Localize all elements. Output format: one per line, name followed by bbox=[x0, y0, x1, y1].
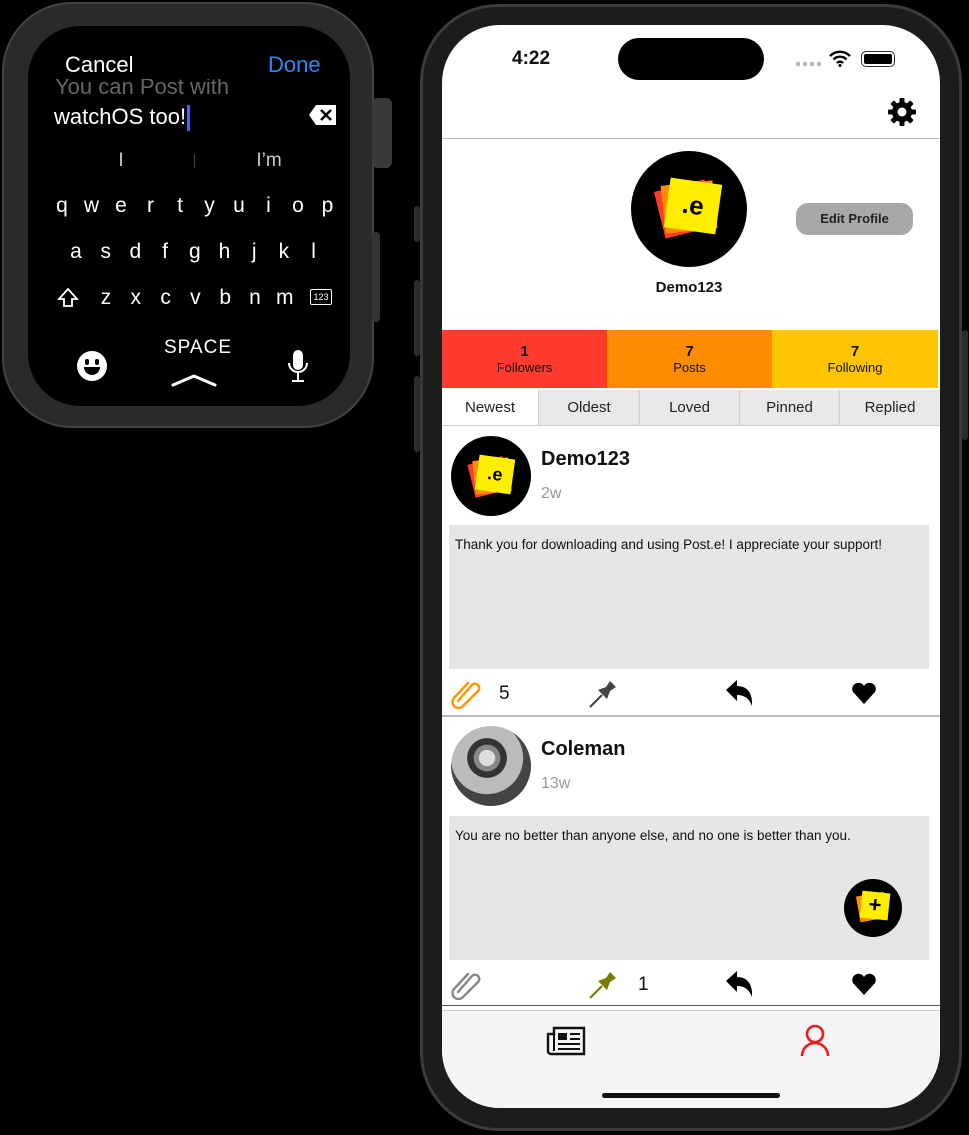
key-z[interactable]: z bbox=[91, 286, 121, 310]
newspaper-icon[interactable] bbox=[546, 1025, 586, 1057]
text-input[interactable]: watchOS too! bbox=[54, 104, 191, 132]
battery-icon bbox=[861, 51, 895, 67]
volume-up-button[interactable] bbox=[414, 280, 420, 356]
watch-side-button[interactable] bbox=[372, 232, 380, 322]
key-o[interactable]: o bbox=[283, 194, 313, 218]
key-t[interactable]: t bbox=[165, 194, 195, 218]
reply-icon[interactable] bbox=[724, 677, 756, 709]
stat-value: 7 bbox=[850, 343, 860, 360]
key-x[interactable]: x bbox=[121, 286, 151, 310]
stat-value: 7 bbox=[685, 343, 694, 360]
key-n[interactable]: n bbox=[240, 286, 270, 310]
plus-icon: + bbox=[859, 890, 891, 921]
post-content: Thank you for downloading and using Post… bbox=[449, 525, 929, 669]
tab-replied[interactable]: Replied bbox=[840, 390, 940, 426]
post-divider bbox=[442, 1005, 940, 1006]
key-i[interactable]: i bbox=[254, 194, 284, 218]
new-post-button[interactable]: + bbox=[844, 879, 902, 937]
action-button[interactable] bbox=[414, 206, 420, 242]
post-author[interactable]: Coleman bbox=[541, 738, 625, 761]
profile-avatar[interactable]: .e bbox=[631, 151, 747, 267]
key-p[interactable]: p bbox=[313, 194, 343, 218]
edit-profile-button[interactable]: Edit Profile bbox=[796, 203, 913, 235]
stat-following[interactable]: 7 Following bbox=[772, 330, 938, 388]
app-logo: .e bbox=[663, 177, 723, 235]
microphone-icon[interactable] bbox=[286, 348, 310, 384]
key-v[interactable]: v bbox=[180, 286, 210, 310]
dynamic-island bbox=[618, 38, 764, 80]
key-w[interactable]: w bbox=[77, 194, 107, 218]
suggestion-divider bbox=[194, 154, 195, 168]
key-q[interactable]: q bbox=[47, 194, 77, 218]
emoji-icon[interactable] bbox=[77, 351, 107, 381]
wifi-icon bbox=[829, 50, 851, 67]
reply-icon[interactable] bbox=[724, 968, 756, 1000]
heart-icon[interactable] bbox=[851, 681, 877, 705]
key-l[interactable]: l bbox=[299, 240, 329, 264]
signal-icon bbox=[796, 62, 822, 66]
key-f[interactable]: f bbox=[150, 240, 180, 264]
heart-icon[interactable] bbox=[851, 972, 877, 996]
app-logo: .e bbox=[474, 454, 516, 495]
pin-count: 1 bbox=[638, 974, 649, 995]
post-avatar[interactable]: .e bbox=[451, 436, 531, 516]
key-h[interactable]: h bbox=[210, 240, 240, 264]
cancel-button[interactable]: Cancel bbox=[65, 52, 133, 78]
key-g[interactable]: g bbox=[180, 240, 210, 264]
stat-label: Posts bbox=[673, 360, 706, 375]
key-d[interactable]: d bbox=[120, 240, 150, 264]
pin-icon[interactable] bbox=[588, 677, 620, 709]
text-previous-line: You can Post with bbox=[55, 79, 230, 99]
profile-username: Demo123 bbox=[655, 279, 723, 296]
text-current-line: watchOS too! bbox=[54, 104, 187, 129]
tab-oldest[interactable]: Oldest bbox=[539, 390, 640, 426]
numbers-key[interactable]: 123 bbox=[310, 289, 332, 305]
post-time: 2w bbox=[541, 485, 562, 502]
pin-icon[interactable] bbox=[588, 968, 620, 1000]
key-y[interactable]: y bbox=[195, 194, 225, 218]
home-indicator[interactable] bbox=[602, 1093, 780, 1098]
stat-posts[interactable]: 7 Posts bbox=[607, 330, 772, 388]
suggestion[interactable]: I bbox=[106, 150, 136, 172]
person-icon[interactable] bbox=[800, 1024, 830, 1058]
key-a[interactable]: a bbox=[61, 240, 91, 264]
attachment-count: 5 bbox=[499, 683, 510, 704]
key-s[interactable]: s bbox=[91, 240, 121, 264]
volume-down-button[interactable] bbox=[414, 376, 420, 452]
status-time: 4:22 bbox=[512, 48, 551, 69]
space-key[interactable]: SPACE bbox=[164, 337, 232, 359]
key-j[interactable]: j bbox=[239, 240, 269, 264]
key-r[interactable]: r bbox=[136, 194, 166, 218]
key-e[interactable]: e bbox=[106, 194, 136, 218]
power-button[interactable] bbox=[962, 330, 968, 440]
paperclip-icon[interactable] bbox=[450, 968, 482, 1000]
post-author[interactable]: Demo123 bbox=[541, 448, 630, 471]
stat-label: Followers bbox=[496, 360, 553, 375]
stat-value: 1 bbox=[520, 343, 529, 360]
post-avatar-photo[interactable] bbox=[451, 726, 531, 806]
stat-label: Following bbox=[827, 360, 883, 375]
suggestion[interactable]: I’m bbox=[244, 150, 294, 172]
gear-icon[interactable] bbox=[887, 97, 917, 127]
key-b[interactable]: b bbox=[210, 286, 240, 310]
key-k[interactable]: k bbox=[269, 240, 299, 264]
header-divider bbox=[442, 138, 940, 139]
stat-followers[interactable]: 1 Followers bbox=[442, 330, 607, 388]
tab-newest[interactable]: Newest bbox=[442, 390, 539, 426]
tabs-divider bbox=[442, 425, 940, 426]
post-divider bbox=[442, 715, 940, 717]
key-c[interactable]: c bbox=[151, 286, 181, 310]
digital-crown[interactable] bbox=[372, 98, 392, 168]
delete-icon[interactable] bbox=[308, 104, 338, 126]
tab-loved[interactable]: Loved bbox=[640, 390, 740, 426]
key-u[interactable]: u bbox=[224, 194, 254, 218]
done-button[interactable]: Done bbox=[268, 52, 321, 78]
post-time: 13w bbox=[541, 775, 571, 792]
paperclip-icon[interactable] bbox=[450, 677, 482, 709]
swipe-up-chevron-icon[interactable] bbox=[170, 372, 218, 388]
shift-icon[interactable] bbox=[57, 287, 79, 309]
tab-pinned[interactable]: Pinned bbox=[740, 390, 840, 426]
key-m[interactable]: m bbox=[270, 286, 300, 310]
text-cursor bbox=[187, 105, 191, 132]
